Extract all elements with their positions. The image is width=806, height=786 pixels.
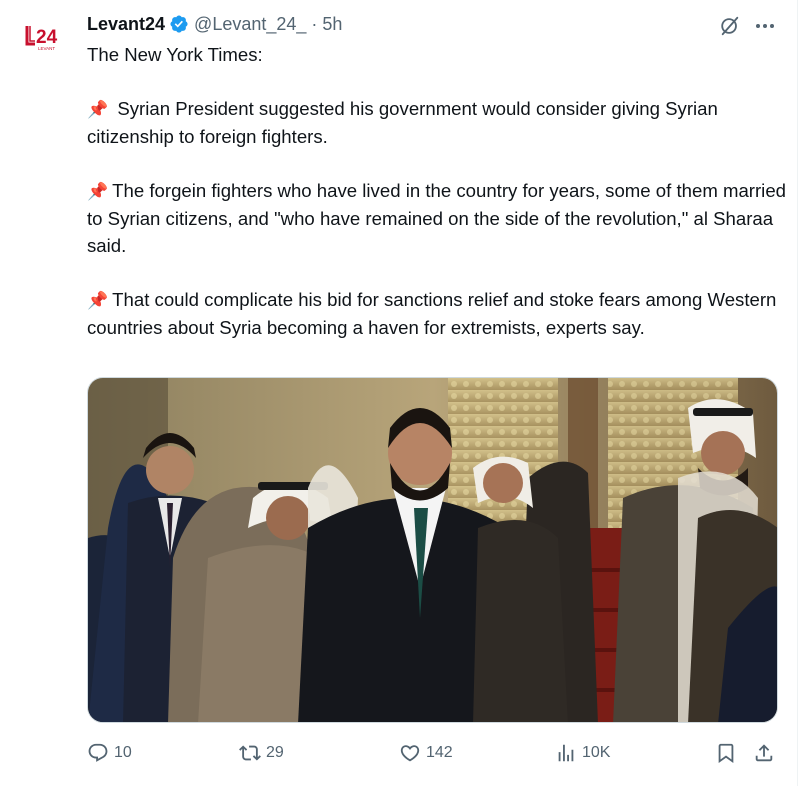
author-handle[interactable]: @Levant_24_ — [194, 12, 306, 36]
tweet-text: The New York Times: 📌 Syrian President s… — [87, 41, 787, 341]
views-count: 10K — [582, 744, 611, 761]
display-name[interactable]: Levant24 — [87, 12, 165, 36]
column-divider — [797, 0, 798, 786]
tweet-paragraph-1: 📌 Syrian President suggested his governm… — [87, 98, 718, 147]
pushpin-icon: 📌 — [87, 291, 109, 310]
share-button[interactable] — [753, 738, 775, 768]
tweet-card[interactable]: 24 LEVANT Levant24 @Levant_24_ · 5h The … — [0, 0, 806, 786]
heart-icon — [400, 745, 420, 762]
separator-dot: · — [311, 14, 318, 34]
share-icon — [755, 744, 773, 762]
svg-text:24: 24 — [36, 27, 58, 48]
pushpin-icon: 📌 — [87, 100, 109, 119]
tweet-photo[interactable] — [87, 377, 778, 723]
retweet-button[interactable]: 29 — [239, 738, 284, 768]
reply-icon — [88, 743, 108, 762]
pushpin-icon: 📌 — [87, 182, 109, 201]
grok-icon[interactable] — [718, 14, 742, 38]
tweet-actions: 10 29 142 10K — [87, 738, 778, 768]
views-button[interactable]: 10K — [555, 738, 610, 768]
timestamp[interactable]: 5h — [322, 12, 342, 36]
reply-count: 10 — [114, 744, 132, 761]
tweet-intro: The New York Times: — [87, 44, 263, 65]
bookmark-button[interactable] — [715, 738, 737, 768]
more-icon[interactable] — [752, 14, 778, 38]
retweet-count: 29 — [266, 744, 284, 761]
avatar[interactable]: 24 LEVANT — [24, 22, 72, 54]
like-count: 142 — [426, 744, 453, 761]
like-button[interactable]: 142 — [399, 738, 453, 768]
verified-badge-icon[interactable] — [169, 14, 189, 34]
bookmark-icon — [718, 743, 734, 764]
views-chart-icon — [558, 744, 574, 762]
retweet-icon — [239, 745, 261, 761]
tweet-paragraph-3: 📌 That could complicate his bid for sanct… — [87, 289, 777, 338]
levant24-logo: 24 LEVANT — [25, 26, 58, 51]
tweet-paragraph-2: 📌 The forgein fighters who have lived in … — [87, 180, 786, 256]
svg-text:LEVANT: LEVANT — [38, 46, 55, 51]
reply-button[interactable]: 10 — [87, 738, 132, 768]
tweet-header: Levant24 @Levant_24_ · 5h — [87, 12, 342, 36]
